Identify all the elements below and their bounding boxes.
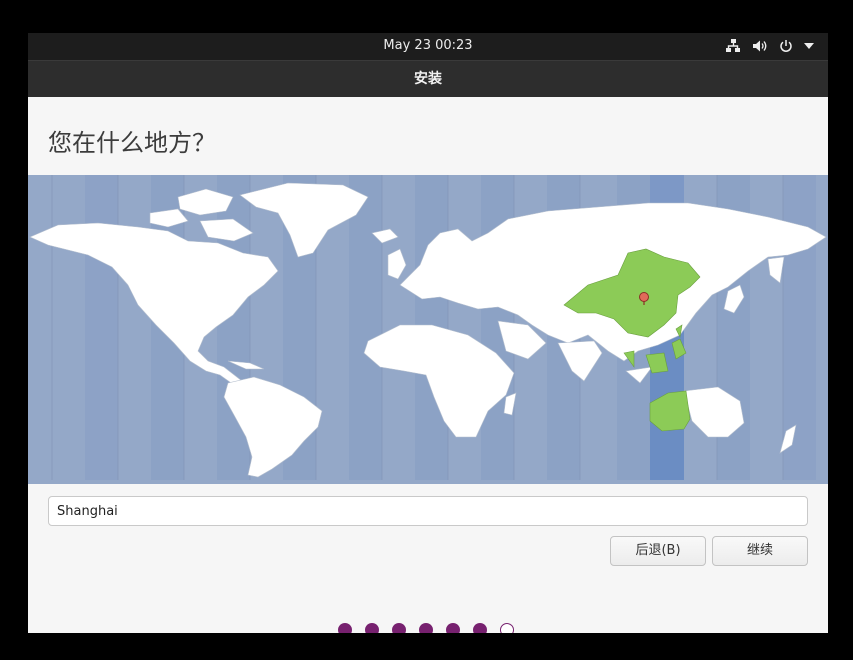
window-title: 安装 [28,60,828,97]
power-icon[interactable] [779,39,793,53]
progress-dot [446,623,460,633]
top-bar: May 23 00:23 [28,33,828,60]
network-icon[interactable] [725,39,741,53]
progress-dot-current [500,623,514,633]
progress-dot [392,623,406,633]
progress-dot [473,623,487,633]
progress-dot [365,623,379,633]
page-title: 您在什么地方？ [48,129,216,157]
progress-dots [338,623,514,633]
timezone-map[interactable] [28,175,828,484]
timezone-input[interactable] [48,496,808,526]
clock[interactable]: May 23 00:23 [28,38,828,53]
back-button[interactable]: 后退(B) [610,536,706,566]
system-tray[interactable] [725,37,814,55]
progress-dot [419,623,433,633]
progress-dot [338,623,352,633]
continue-button[interactable]: 继续 [712,536,808,566]
volume-icon[interactable] [752,39,768,53]
menu-arrow-icon[interactable] [804,42,814,50]
installer-screen: May 23 00:23 安装 您在什么地方？ Shanghai 后退(B) 继… [28,33,828,633]
